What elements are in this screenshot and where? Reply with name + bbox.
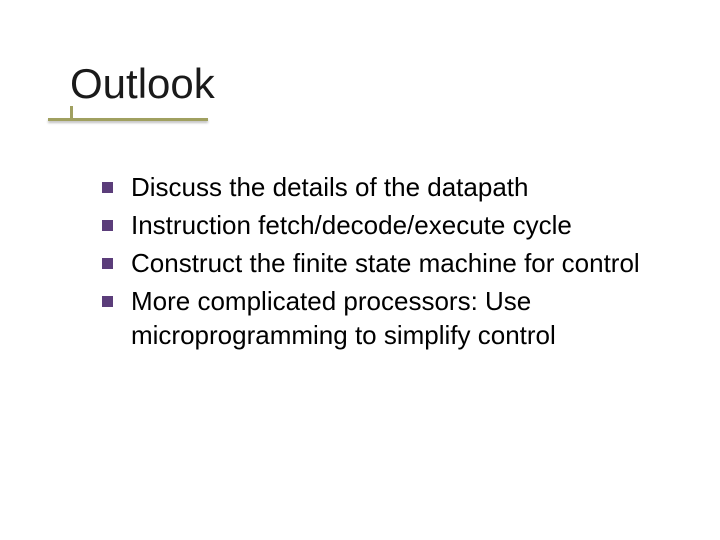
list-item: Discuss the details of the datapath xyxy=(102,170,672,204)
title-tick xyxy=(70,106,73,120)
slide-body: Discuss the details of the datapath Inst… xyxy=(102,170,672,356)
list-item: More complicated processors: Use micropr… xyxy=(102,284,672,352)
square-bullet-icon xyxy=(102,296,113,307)
square-bullet-icon xyxy=(102,220,113,231)
list-item: Construct the finite state machine for c… xyxy=(102,246,672,280)
square-bullet-icon xyxy=(102,182,113,193)
bullet-text: Construct the finite state machine for c… xyxy=(131,246,640,280)
title-wrap: Outlook xyxy=(70,60,215,108)
bullet-text: Instruction fetch/decode/execute cycle xyxy=(131,208,572,242)
list-item: Instruction fetch/decode/execute cycle xyxy=(102,208,672,242)
bullet-text: Discuss the details of the datapath xyxy=(131,170,528,204)
slide: Outlook Discuss the details of the datap… xyxy=(0,0,720,540)
square-bullet-icon xyxy=(102,258,113,269)
bullet-text: More complicated processors: Use micropr… xyxy=(131,284,672,352)
slide-title: Outlook xyxy=(70,60,215,108)
